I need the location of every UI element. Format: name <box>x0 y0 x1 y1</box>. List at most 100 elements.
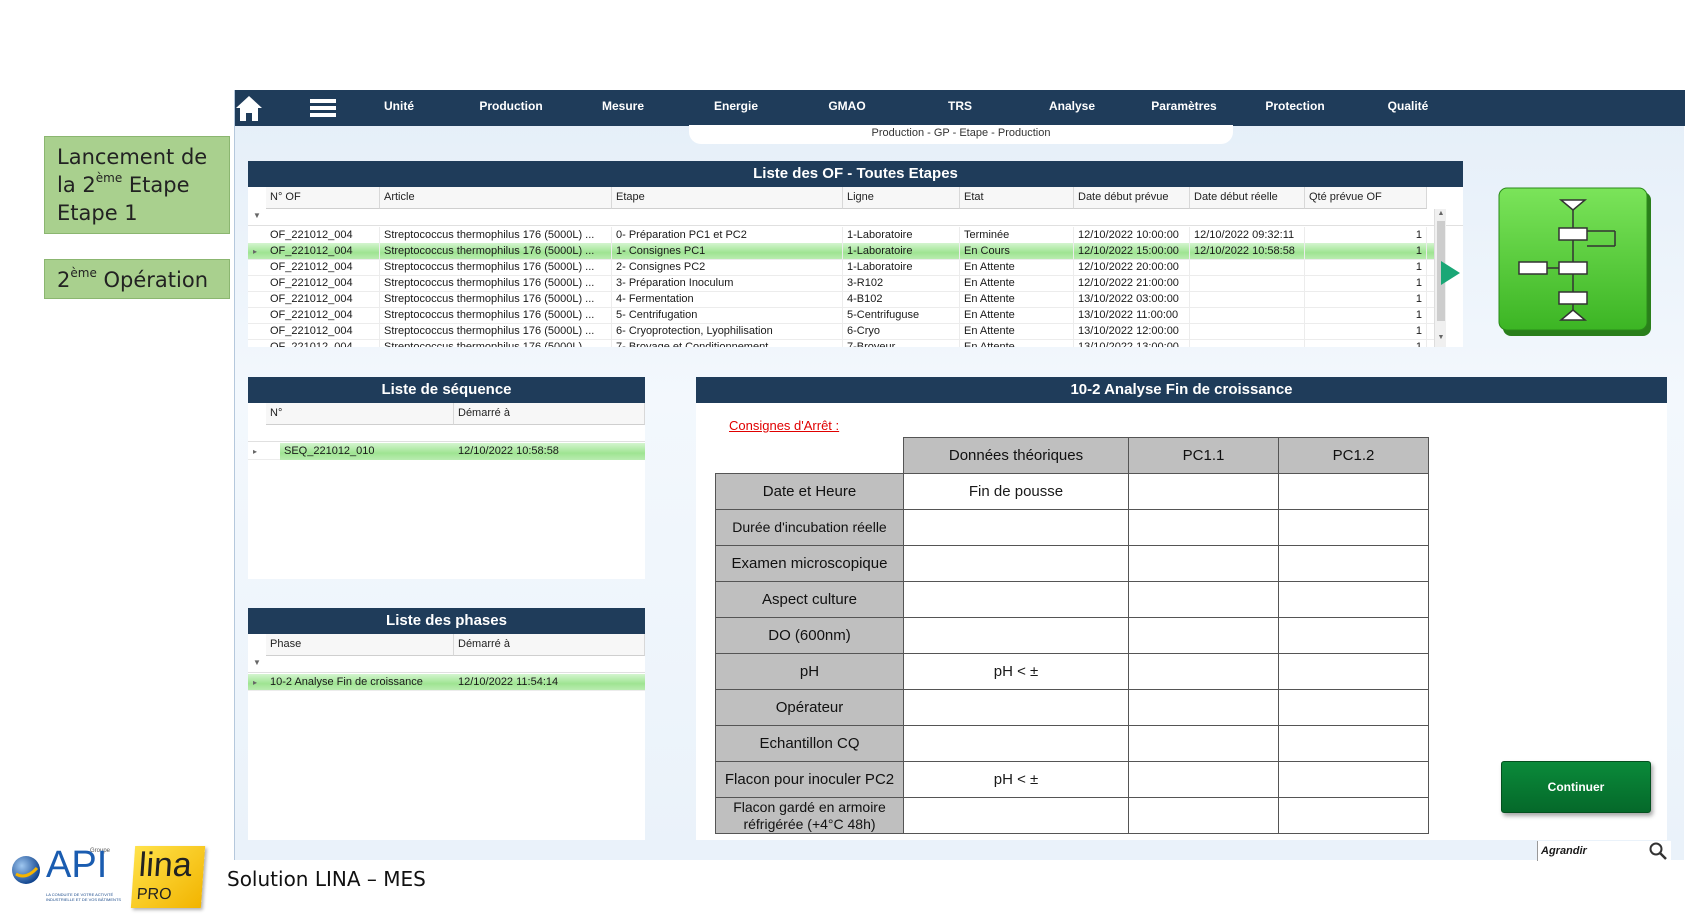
analysis-theoretical-value <box>903 617 1129 654</box>
analysis-input-pc12[interactable] <box>1278 473 1429 510</box>
analysis-input-pc11[interactable] <box>1128 797 1279 834</box>
nav-qualite[interactable]: Qualité <box>1388 90 1429 126</box>
nav-energie[interactable]: Energie <box>714 90 758 126</box>
app-window: Unité Production Mesure Energie GMAO TRS… <box>234 90 1685 861</box>
analysis-input-pc11[interactable] <box>1128 617 1279 654</box>
note-op-post: Opération <box>96 268 209 292</box>
analysis-input-pc11[interactable] <box>1128 509 1279 546</box>
of-table-row[interactable]: OF_221012_004 Streptococcus thermophilus … <box>248 259 1434 276</box>
of-col-header-date-prevue[interactable]: Date début prévue <box>1074 187 1190 209</box>
of-col-header-ligne[interactable]: Ligne <box>843 187 960 209</box>
analysis-input-pc12[interactable] <box>1278 509 1429 546</box>
analysis-row: Date et Heure Fin de pousse <box>715 473 1429 510</box>
analysis-input-pc12[interactable] <box>1278 617 1429 654</box>
analysis-input-pc12[interactable] <box>1278 545 1429 582</box>
of-table-row[interactable]: OF_221012_004 Streptococcus thermophilus … <box>248 339 1434 347</box>
col-header-theorique: Données théoriques <box>903 437 1129 474</box>
scroll-down-icon[interactable]: ▼ <box>1436 334 1446 344</box>
of-etat: En Cours <box>960 243 1074 260</box>
of-list-title: Liste des OF - Toutes Etapes <box>248 161 1463 187</box>
row-indicator-icon: ▸ <box>253 247 258 256</box>
of-date-reelle: 12/10/2022 09:32:11 <box>1190 227 1305 244</box>
of-num: OF_221012_004 <box>266 227 380 244</box>
agrandir-label: Agrandir <box>1541 845 1587 857</box>
analysis-input-pc12[interactable] <box>1278 653 1429 690</box>
seq-filter-row[interactable] <box>248 425 645 442</box>
analysis-row-label: Aspect culture <box>715 581 904 618</box>
of-table-row[interactable]: OF_221012_004 Streptococcus thermophilus … <box>248 275 1434 292</box>
agrandir-field[interactable]: Agrandir <box>1537 841 1671 861</box>
analysis-input-pc12[interactable] <box>1278 689 1429 726</box>
sequence-list-title: Liste de séquence <box>248 377 645 403</box>
analysis-input-pc11[interactable] <box>1128 689 1279 726</box>
of-table-row[interactable]: OF_221012_004 Streptococcus thermophilus … <box>248 323 1434 340</box>
analysis-title: 10-2 Analyse Fin de croissance <box>696 377 1667 403</box>
analysis-input-pc11[interactable] <box>1128 581 1279 618</box>
phase-row[interactable]: ▸ 10-2 Analyse Fin de croissance 12/10/2… <box>248 674 645 691</box>
analysis-input-pc11[interactable] <box>1128 545 1279 582</box>
phase-col-header-started[interactable]: Démarré à <box>454 634 645 656</box>
of-article: Streptococcus thermophilus 176 (5000L) .… <box>380 339 612 347</box>
sequence-row[interactable]: ▸ SEQ_221012_010 12/10/2022 10:58:58 <box>248 443 645 460</box>
scroll-up-icon[interactable]: ▲ <box>1436 210 1446 220</box>
nav-mesure[interactable]: Mesure <box>602 90 644 126</box>
analysis-input-pc12[interactable] <box>1278 581 1429 618</box>
of-col-header-qte[interactable]: Qté prévue OF <box>1305 187 1427 209</box>
magnifier-icon[interactable] <box>1648 842 1668 860</box>
nav-parametres[interactable]: Paramètres <box>1151 90 1216 126</box>
phase-filter-row[interactable]: ▼ <box>248 656 645 673</box>
of-etat: En Attente <box>960 275 1074 292</box>
of-etape: 5- Centrifugation <box>612 307 843 324</box>
filter-icon[interactable]: ▼ <box>253 211 261 220</box>
api-globe-icon <box>12 856 40 884</box>
of-filter-row[interactable]: ▼ <box>248 209 1463 226</box>
of-table-row[interactable]: ▸ OF_221012_004 Streptococcus thermophilus… <box>248 243 1434 260</box>
of-qte: 1 <box>1305 243 1427 260</box>
menu-icon[interactable] <box>310 98 336 118</box>
of-table-row[interactable]: OF_221012_004 Streptococcus thermophilus … <box>248 291 1434 308</box>
of-ligne: 3-R102 <box>843 275 960 292</box>
note-op-sup: ème <box>70 266 97 280</box>
filter-icon[interactable]: ▼ <box>253 658 261 667</box>
phases-grid: Phase Démarré à ▼ ▸ 10-2 Analyse Fin de … <box>248 634 645 840</box>
of-num: OF_221012_004 <box>266 275 380 292</box>
of-col-header-etape[interactable]: Etape <box>612 187 843 209</box>
home-icon[interactable] <box>235 93 263 123</box>
of-col-header-num[interactable]: N° OF <box>266 187 380 209</box>
phase-col-header-phase[interactable]: Phase <box>266 634 454 656</box>
analysis-row: Examen microscopique <box>715 545 1429 582</box>
analysis-input-pc12[interactable] <box>1278 725 1429 762</box>
nav-unite[interactable]: Unité <box>384 90 414 126</box>
of-ligne: 4-B102 <box>843 291 960 308</box>
seq-col-header-started[interactable]: Démarré à <box>454 403 645 425</box>
play-arrow-icon[interactable] <box>1439 260 1461 286</box>
analysis-theoretical-value <box>903 797 1129 834</box>
nav-gmao[interactable]: GMAO <box>828 90 865 126</box>
of-date-prevue: 12/10/2022 10:00:00 <box>1074 227 1190 244</box>
nav-trs[interactable]: TRS <box>948 90 972 126</box>
analysis-input-pc11[interactable] <box>1128 761 1279 798</box>
seq-col-header-num[interactable]: N° <box>266 403 454 425</box>
nav-protection[interactable]: Protection <box>1265 90 1324 126</box>
analysis-input-pc11[interactable] <box>1128 725 1279 762</box>
analysis-input-pc12[interactable] <box>1278 761 1429 798</box>
analysis-row: Opérateur <box>715 689 1429 726</box>
of-col-header-article[interactable]: Article <box>380 187 612 209</box>
of-qte: 1 <box>1305 227 1427 244</box>
continue-button[interactable]: Continuer <box>1501 761 1651 813</box>
nav-production[interactable]: Production <box>479 90 542 126</box>
of-col-header-date-reelle[interactable]: Date début réelle <box>1190 187 1305 209</box>
of-table-row[interactable]: OF_221012_004 Streptococcus thermophilus … <box>248 227 1434 244</box>
workflow-diagram-icon[interactable] <box>1497 186 1655 338</box>
analysis-input-pc11[interactable] <box>1128 473 1279 510</box>
analysis-input-pc12[interactable] <box>1278 797 1429 834</box>
of-table-row[interactable]: OF_221012_004 Streptococcus thermophilus … <box>248 307 1434 324</box>
of-date-prevue: 13/10/2022 13:00:00 <box>1074 339 1190 347</box>
sequence-started: 12/10/2022 10:58:58 <box>458 445 559 457</box>
footer-title: Solution LINA – MES <box>227 867 426 891</box>
of-col-header-etat[interactable]: Etat <box>960 187 1074 209</box>
nav-analyse[interactable]: Analyse <box>1049 90 1095 126</box>
analysis-row: Flacon gardé en armoire réfrigérée (+4°C… <box>715 797 1429 834</box>
analysis-theoretical-value: pH < ± <box>903 761 1129 798</box>
analysis-input-pc11[interactable] <box>1128 653 1279 690</box>
